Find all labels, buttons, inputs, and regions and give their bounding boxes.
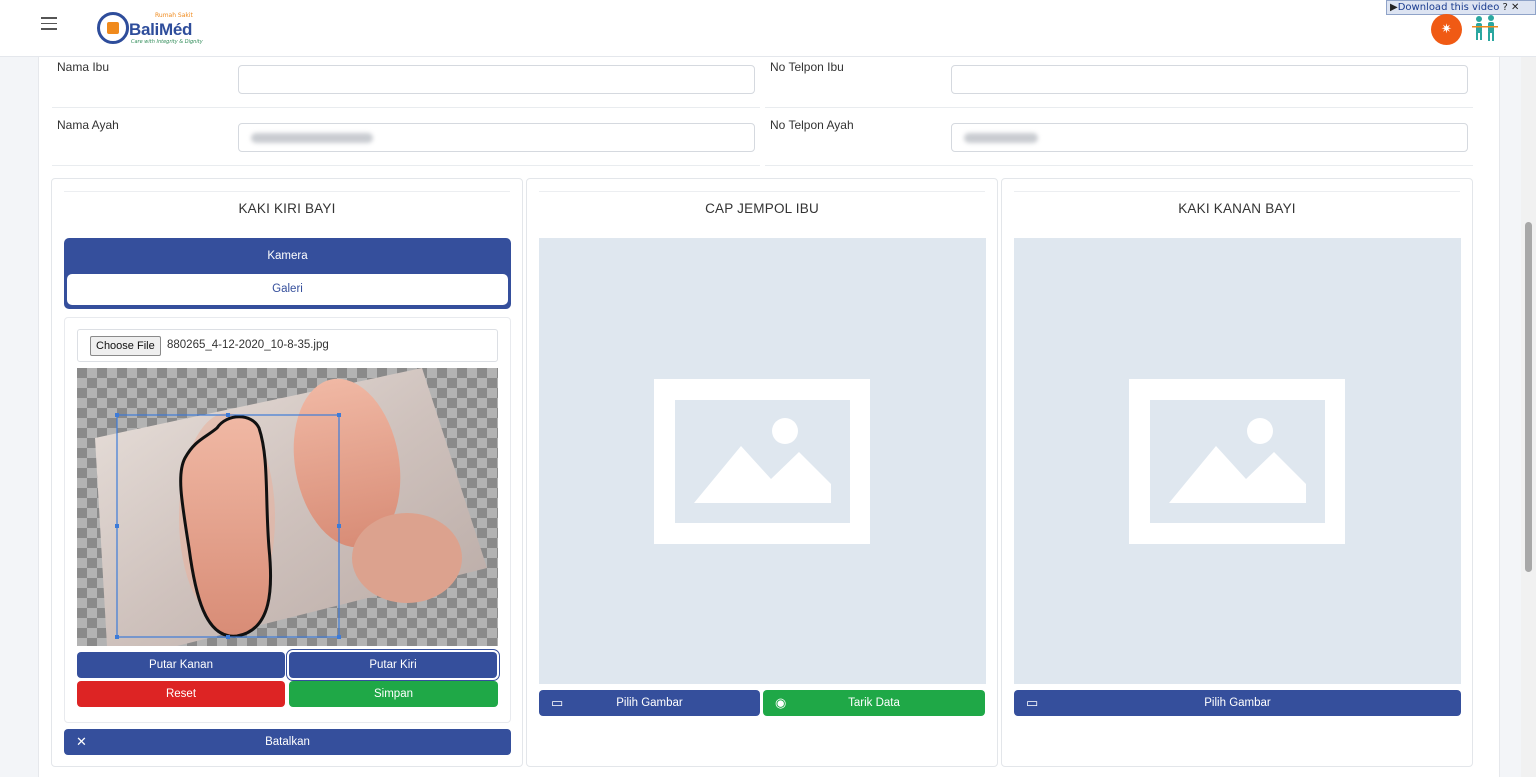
logo-name: BaliMéd xyxy=(129,20,193,39)
download-video-bar[interactable]: ▶Download this video ? ✕ xyxy=(1386,0,1536,15)
selected-file-name: 880265_4-12-2020_10-8-35.jpg xyxy=(167,339,329,351)
top-header: Rumah Sakit BaliMéd Care with Integrity … xyxy=(0,0,1536,57)
panel-kaki-kanan-bayi: KAKI KANAN BAYI ▭ Pilih Gambar xyxy=(1001,178,1473,767)
no-telpon-ibu-input[interactable] xyxy=(951,65,1468,94)
nama-ibu-label: Nama Ibu xyxy=(57,60,110,74)
family-user-icon[interactable] xyxy=(1470,14,1500,42)
panel-title: KAKI KIRI BAYI xyxy=(238,201,336,216)
pilih-gambar-button[interactable]: ▭ Pilih Gambar xyxy=(539,690,760,716)
no-telpon-ibu-label: No Telpon Ibu xyxy=(770,60,844,74)
pilih-gambar-button[interactable]: ▭ Pilih Gambar xyxy=(1014,690,1461,716)
image-icon: ▭ xyxy=(1026,695,1039,710)
help-icon[interactable]: ? xyxy=(1503,2,1508,13)
balimed-logo[interactable]: Rumah Sakit BaliMéd Care with Integrity … xyxy=(97,10,203,46)
panel-divider xyxy=(1014,191,1460,192)
hamburger-menu-icon[interactable] xyxy=(41,17,57,31)
image-placeholder-icon xyxy=(654,379,870,544)
foot-photo xyxy=(95,368,487,646)
image-placeholder-icon xyxy=(1129,379,1345,544)
source-tab-group: Kamera Galeri xyxy=(64,238,511,309)
image-icon: ▭ xyxy=(551,695,564,710)
row-divider xyxy=(52,165,760,166)
redacted-value xyxy=(964,133,1038,143)
panel-title: CAP JEMPOL IBU xyxy=(705,201,819,216)
image-placeholder xyxy=(539,238,986,684)
putar-kiri-button[interactable]: Putar Kiri xyxy=(289,652,497,678)
putar-kanan-button[interactable]: Putar Kanan xyxy=(77,652,285,678)
reset-button[interactable]: Reset xyxy=(77,681,285,707)
logo-tagline: Care with Integrity & Dignity xyxy=(131,39,203,45)
batalkan-label: Batalkan xyxy=(265,736,310,748)
image-upload-box: Choose File 880265_4-12-2020_10-8-35.jpg xyxy=(64,317,511,723)
close-icon: ✕ xyxy=(76,734,87,749)
logo-mark xyxy=(97,12,129,44)
tarik-data-button[interactable]: ◉ Tarik Data xyxy=(763,690,985,716)
row-divider xyxy=(765,165,1473,166)
no-telpon-ayah-label: No Telpon Ayah xyxy=(770,118,854,132)
row-divider xyxy=(52,107,760,108)
panel-cap-jempol-ibu: CAP JEMPOL IBU ▭ Pilih Gambar ◉ Tarik Da… xyxy=(526,178,998,767)
file-input[interactable]: Choose File 880265_4-12-2020_10-8-35.jpg xyxy=(77,329,498,362)
redacted-value xyxy=(251,133,373,143)
eye-icon: ◉ xyxy=(775,695,787,710)
tab-kamera[interactable]: Kamera xyxy=(64,238,511,274)
sun-icon: ✷ xyxy=(1441,22,1452,37)
download-video-link[interactable]: Download this video xyxy=(1398,2,1500,13)
tab-galeri[interactable]: Galeri xyxy=(67,274,508,305)
image-cropper[interactable] xyxy=(77,368,498,646)
page-scrollbar-thumb[interactable] xyxy=(1525,222,1532,572)
pilih-gambar-label: Pilih Gambar xyxy=(616,697,683,709)
panel-kaki-kiri-bayi: KAKI KIRI BAYI Kamera Galeri Choose File… xyxy=(51,178,523,767)
choose-file-button[interactable]: Choose File xyxy=(90,336,161,356)
play-icon: ▶ xyxy=(1390,2,1398,13)
theme-toggle-button[interactable]: ✷ xyxy=(1431,14,1462,45)
panel-divider xyxy=(64,191,510,192)
logo-small-text: Rumah Sakit xyxy=(155,12,193,19)
batalkan-button[interactable]: ✕ Batalkan xyxy=(64,729,511,755)
nama-ayah-label: Nama Ayah xyxy=(57,118,119,132)
image-placeholder xyxy=(1014,238,1461,684)
nama-ayah-input[interactable] xyxy=(238,123,755,152)
no-telpon-ayah-input[interactable] xyxy=(951,123,1468,152)
simpan-button[interactable]: Simpan xyxy=(289,681,498,707)
panel-title: KAKI KANAN BAYI xyxy=(1178,201,1296,216)
pilih-gambar-label: Pilih Gambar xyxy=(1204,697,1271,709)
nama-ibu-input[interactable] xyxy=(238,65,755,94)
row-divider xyxy=(765,107,1473,108)
close-icon[interactable]: ✕ xyxy=(1511,2,1519,13)
tarik-data-label: Tarik Data xyxy=(848,697,900,709)
panel-divider xyxy=(539,191,985,192)
